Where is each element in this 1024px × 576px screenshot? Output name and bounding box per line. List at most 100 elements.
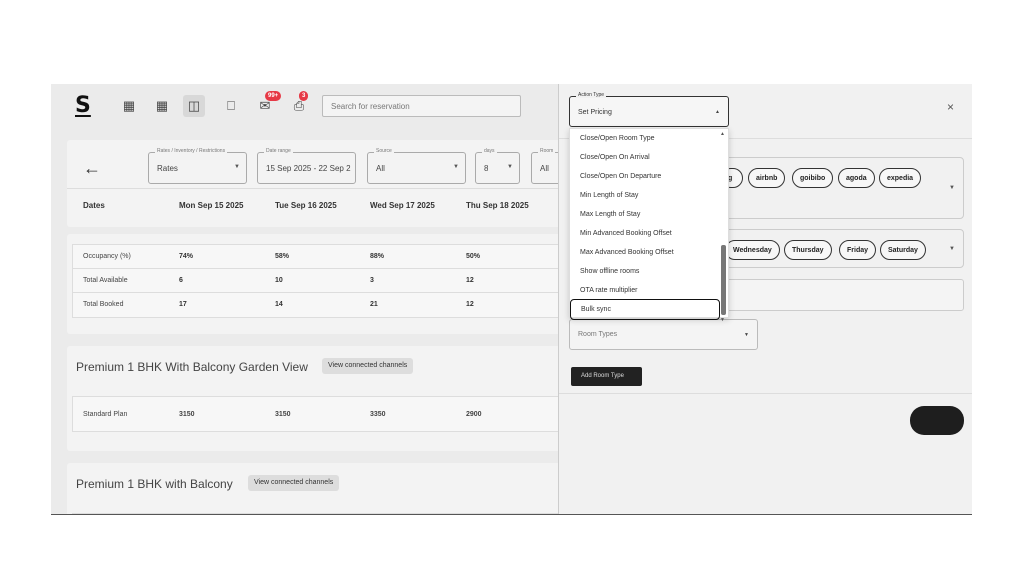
day-chip[interactable]: Thursday [784, 240, 832, 260]
date-column: Wed Sep 17 2025 [370, 201, 435, 210]
table-row: Total Available 6 10 3 12 [73, 269, 561, 293]
view-connected-channels-button[interactable]: View connected channels [248, 475, 340, 491]
plan-row: Standard Plan 3150 3150 3350 2900 [72, 396, 562, 432]
reports-badge: 3 [299, 91, 309, 101]
room-select-value: All [540, 164, 549, 173]
chevron-down-icon: ▼ [744, 332, 749, 338]
action-type-select[interactable]: Action Type Set Pricing ▲ [569, 92, 729, 127]
rate-cell[interactable]: 3150 [275, 411, 291, 418]
dropdown-option-selected[interactable]: Bulk sync [570, 299, 720, 320]
action-type-value: Set Pricing [578, 109, 612, 116]
view-connected-channels-button[interactable]: View connected channels [322, 358, 414, 374]
room-title: Premium 1 BHK With Balcony Garden View [76, 360, 308, 374]
room-card: Premium 1 BHK With Balcony Garden View V… [67, 346, 567, 451]
scrollbar-thumb[interactable] [721, 245, 726, 315]
table-row: Total Booked 17 14 21 12 [73, 293, 561, 317]
add-room-type-button[interactable]: Add Room Type [571, 367, 642, 386]
dropdown-option[interactable]: Close/Open Room Type [570, 129, 720, 148]
chevron-down-icon: ▼ [949, 246, 955, 252]
messages-badge: 99+ [265, 91, 282, 101]
rate-cell[interactable]: 3350 [370, 411, 386, 418]
row-label: Occupancy (%) [83, 253, 131, 260]
dates-label: Dates [83, 201, 105, 210]
dashboard-grid-icon[interactable]: ▦ [121, 98, 137, 114]
scroll-up-icon[interactable]: ▲ [720, 131, 725, 137]
close-icon[interactable]: × [947, 100, 954, 114]
room-card: Premium 1 BHK with Balcony View connecte… [67, 463, 567, 515]
row-label: Total Booked [83, 301, 124, 308]
rate-cell[interactable]: 3150 [179, 411, 195, 418]
bookings-icon[interactable]: ◫ [183, 95, 205, 117]
room-select-label: Room [538, 148, 556, 154]
days-select[interactable]: days 8 ▼ [475, 148, 520, 184]
messages-icon[interactable]: ✉ 99+ [257, 91, 282, 114]
room-types-select[interactable]: Room Types ▼ [569, 319, 758, 350]
channel-chip[interactable]: expedia [879, 168, 922, 188]
day-chip[interactable]: Saturday [880, 240, 926, 260]
date-column: Mon Sep 15 2025 [179, 201, 244, 210]
dropdown-scrollbar[interactable]: ▲ ▼ [720, 131, 726, 323]
cell-value: 88% [370, 253, 385, 260]
cell-value: 21 [370, 301, 378, 308]
dropdown-option[interactable]: Max Advanced Booking Offset [570, 243, 720, 262]
date-column: Tue Sep 16 2025 [275, 201, 337, 210]
app-logo: S [75, 93, 91, 118]
dropdown-option[interactable]: Min Length of Stay [570, 186, 720, 205]
channel-chip[interactable]: airbnb [748, 168, 786, 188]
row-label: Total Available [83, 277, 128, 284]
filter-card: ← Rates / Inventory / Restrictions Rates… [67, 140, 581, 227]
dropdown-option[interactable]: Show offline rooms [570, 262, 720, 281]
cell-value: 58% [275, 253, 290, 260]
dates-header-row: Dates Mon Sep 15 2025 Tue Sep 16 2025 We… [67, 188, 567, 222]
dropdown-option[interactable]: OTA rate multiplier [570, 281, 720, 300]
calendar-icon[interactable]: ▦ [154, 98, 170, 114]
rate-cell[interactable]: 2900 [466, 411, 482, 418]
cell-value: 74% [179, 253, 194, 260]
chevron-down-icon: ▼ [234, 164, 240, 170]
days-select-value: 8 [484, 164, 489, 173]
bulk-action-panel: × g airbnb goibibo agoda expedia ▼ Wedne… [558, 84, 972, 515]
date-column: Thu Sep 18 2025 [466, 201, 529, 210]
dropdown-option[interactable]: Close/Open On Departure [570, 167, 720, 186]
source-select[interactable]: Source All ▼ [367, 148, 466, 184]
channel-chip[interactable]: goibibo [792, 168, 834, 188]
chevron-down-icon: ▼ [453, 164, 459, 170]
source-select-value: All [376, 164, 385, 173]
rates-select-label: Rates / Inventory / Restrictions [155, 148, 228, 154]
day-chip[interactable]: Friday [839, 240, 877, 260]
rates-select-value: Rates [157, 164, 178, 173]
chevron-down-icon: ▼ [507, 164, 513, 170]
cell-value: 3 [370, 277, 374, 284]
door-icon[interactable]: ⎕ [223, 98, 239, 114]
scroll-down-icon[interactable]: ▼ [720, 317, 725, 323]
reservation-search-input[interactable]: Search for reservation [322, 95, 521, 117]
cell-value: 10 [275, 277, 283, 284]
back-arrow-icon[interactable]: ← [83, 158, 101, 179]
date-range-field[interactable]: Date range 15 Sep 2025 - 22 Sep 2 [257, 148, 356, 184]
table-row: Occupancy (%) 74% 58% 88% 50% [73, 245, 561, 269]
channel-chip[interactable]: agoda [838, 168, 875, 188]
dropdown-option[interactable]: Max Length of Stay [570, 205, 720, 224]
dropdown-option[interactable]: Min Advanced Booking Offset [570, 224, 720, 243]
date-range-label: Date range [264, 148, 293, 154]
source-select-label: Source [374, 148, 394, 154]
reports-icon[interactable]: ⎙ 3 [291, 91, 309, 114]
dropdown-option[interactable]: Close/Open On Arrival [570, 148, 720, 167]
stats-card: Occupancy (%) 74% 58% 88% 50% Total Avai… [67, 234, 567, 334]
app-window: S ▦ ▦ ◫ ⎕ ✉ 99+ ⎙ 3 Search for reservation… [51, 84, 972, 515]
submit-button[interactable] [910, 406, 964, 435]
rates-select[interactable]: Rates / Inventory / Restrictions Rates ▼ [148, 148, 247, 184]
action-type-dropdown: Close/Open Room Type Close/Open On Arriv… [569, 128, 729, 323]
cell-value: 50% [466, 253, 481, 260]
cell-value: 17 [179, 301, 187, 308]
chevron-down-icon: ▼ [949, 185, 955, 191]
cell-value: 12 [466, 301, 474, 308]
chevron-up-icon: ▲ [715, 109, 720, 115]
date-range-value: 15 Sep 2025 - 22 Sep 2 [266, 164, 351, 173]
divider [559, 393, 972, 394]
window-bottom-border [51, 514, 972, 515]
day-chip[interactable]: Wednesday [725, 240, 780, 260]
plan-name: Standard Plan [83, 411, 128, 418]
room-types-placeholder: Room Types [578, 331, 618, 338]
top-nav: S ▦ ▦ ◫ ⎕ ✉ 99+ ⎙ 3 Search for reservation [51, 84, 558, 128]
